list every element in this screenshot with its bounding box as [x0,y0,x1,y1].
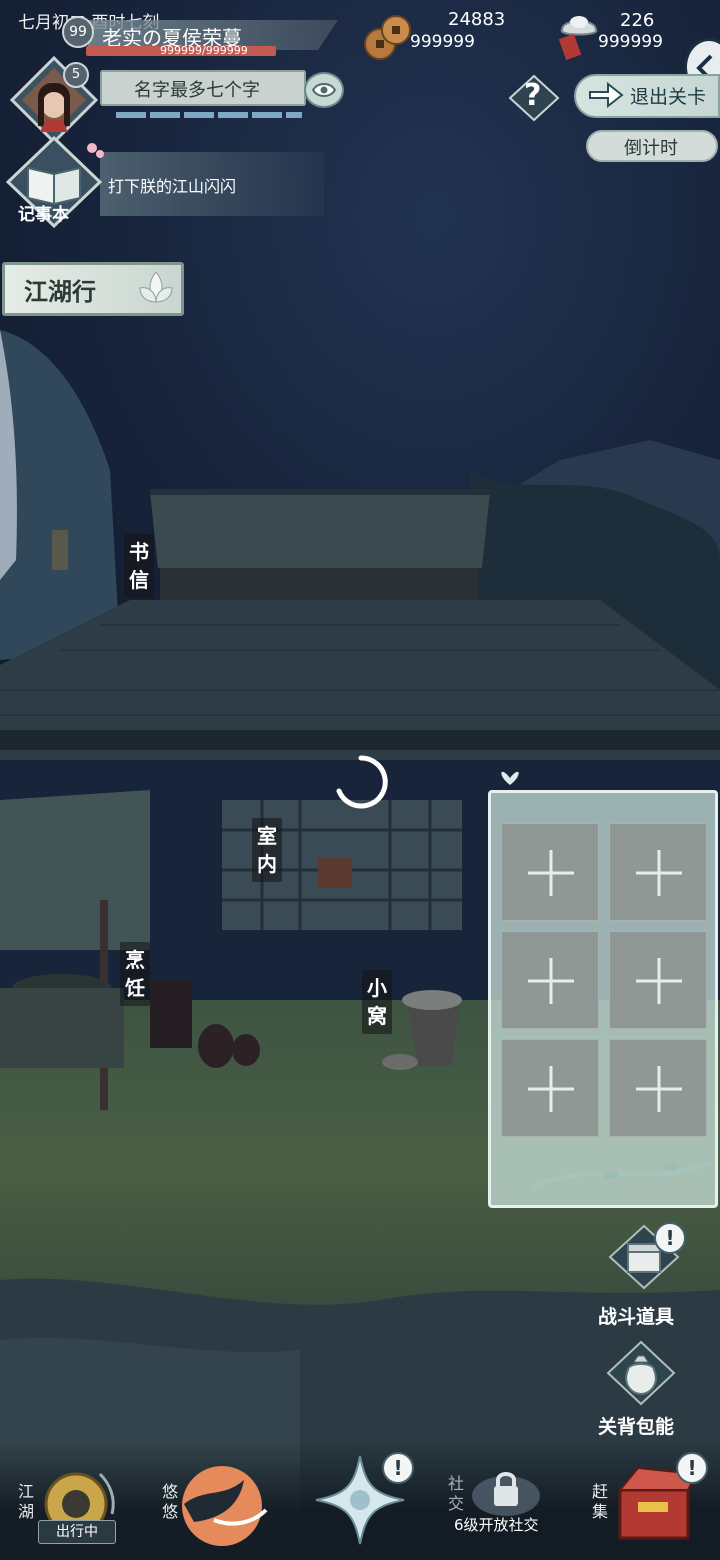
silver-sub-value: 999999 [598,32,663,52]
nav-market-alert-badge: ! [676,1452,708,1484]
vine-decoration [531,1161,711,1191]
copper-sub-value: 999999 [410,32,475,52]
visibility-toggle-button[interactable] [304,72,344,108]
butterfly-icon [501,771,519,785]
plus-icon [528,958,574,1004]
rank-level-badge: 99 [62,16,94,48]
battle-items-label: 战斗道具 [598,1306,675,1328]
plus-icon [636,958,682,1004]
item-slot[interactable] [501,823,599,921]
hp-text: 999999/999999 [160,44,248,57]
battle-alert-badge: ! [654,1222,686,1254]
lock-icon [472,1472,540,1516]
question-icon: ? [524,78,542,113]
item-slot[interactable] [609,1039,707,1137]
experience-segments [116,112,302,118]
plus-icon [636,850,682,896]
outing-status-tag: 出行中 [38,1520,116,1544]
countdown-label: 倒计时 [624,138,678,159]
item-slot[interactable] [609,931,707,1029]
lotus-icon [139,271,173,303]
nav-center-alert-badge: ! [382,1452,414,1484]
copper-coin-icon [364,15,411,60]
exit-arrow-icon [589,82,624,108]
quick-item-panel [488,771,718,1208]
name-plate-text: 名字最多七个字 [134,80,260,101]
plus-icon [636,1066,682,1112]
journal-label: 记事本 [18,205,69,225]
copper-value: 24883 [448,9,506,30]
nav-youyou-icon[interactable] [174,1458,270,1554]
location-sign-indoor[interactable]: 室内 [252,818,282,882]
location-sign-letters[interactable]: 书信 [124,534,154,598]
pouch-icon[interactable] [606,1340,676,1406]
bag-label: 关背包能 [598,1416,675,1438]
loading-spinner-icon [336,755,388,809]
item-slot[interactable] [501,931,599,1029]
task-text: 打下朕的江山闪闪 [108,177,237,196]
social-lock-text: 6级开放社交 [454,1516,539,1534]
item-slot[interactable] [609,823,707,921]
location-sign-cooking[interactable]: 烹饪 [120,942,150,1006]
jianghu-travel-label: 江湖行 [24,277,96,306]
plus-icon [528,850,574,896]
location-sign-nest[interactable]: 小窝 [362,970,392,1034]
player-level-badge: 5 [63,62,89,88]
exit-level-label: 退出关卡 [630,86,707,108]
eye-icon [312,83,336,97]
plus-icon [528,1066,574,1112]
silver-value: 226 [620,10,655,31]
item-slot[interactable] [501,1039,599,1137]
nav-social-text: 社交 [448,1474,465,1513]
silver-ingot-icon [558,16,598,60]
